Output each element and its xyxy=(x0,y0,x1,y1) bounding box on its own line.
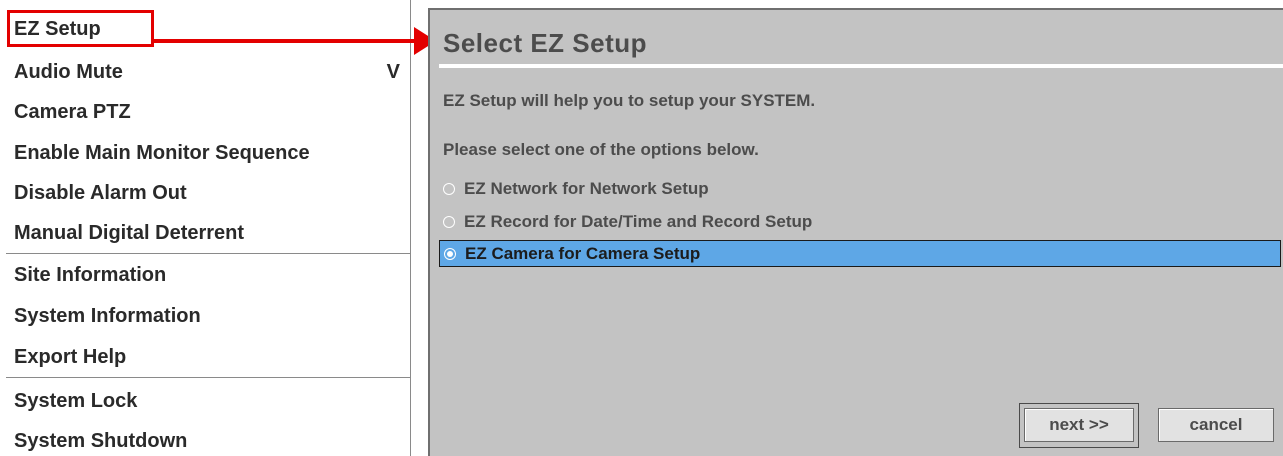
title-divider xyxy=(439,64,1283,68)
menu-separator xyxy=(6,253,410,254)
ez-setup-dialog: Select EZ Setup EZ Setup will help you t… xyxy=(428,8,1283,456)
menu-item-manual-digital-deterrent[interactable]: Manual Digital Deterrent xyxy=(14,222,244,245)
option-ez-record[interactable]: EZ Record for Date/Time and Record Setup xyxy=(439,208,1281,235)
radio-button-selected-icon[interactable] xyxy=(444,247,456,260)
menu-item-camera-ptz[interactable]: Camera PTZ xyxy=(14,101,131,124)
next-button[interactable]: next >> xyxy=(1024,408,1134,442)
menu-item-system-shutdown[interactable]: System Shutdown xyxy=(14,430,187,453)
option-label: EZ Camera for Camera Setup xyxy=(465,243,701,263)
option-ez-camera[interactable]: EZ Camera for Camera Setup xyxy=(439,240,1281,267)
menu-item-export-help[interactable]: Export Help xyxy=(14,346,126,369)
menu-item-enable-main-monitor-sequence[interactable]: Enable Main Monitor Sequence xyxy=(14,142,310,165)
menu-item-site-information[interactable]: Site Information xyxy=(14,264,166,287)
radio-button-icon[interactable] xyxy=(443,182,455,195)
option-ez-network[interactable]: EZ Network for Network Setup xyxy=(439,175,1281,202)
option-label: EZ Record for Date/Time and Record Setup xyxy=(464,211,813,231)
annotation-arrow-line xyxy=(154,39,419,43)
menu-item-system-information[interactable]: System Information xyxy=(14,305,201,328)
cancel-button[interactable]: cancel xyxy=(1158,408,1274,442)
instruction-text: Please select one of the options below. xyxy=(443,140,759,159)
intro-text: EZ Setup will help you to setup your SYS… xyxy=(443,91,816,110)
menu-item-system-lock[interactable]: System Lock xyxy=(14,390,137,413)
menu-item-audio-mute[interactable]: Audio Mute xyxy=(14,61,123,84)
option-label: EZ Network for Network Setup xyxy=(464,178,709,198)
dialog-title: Select EZ Setup xyxy=(443,28,647,58)
audio-mute-check-mark: V xyxy=(386,61,400,83)
highlight-box xyxy=(7,10,154,47)
radio-button-icon[interactable] xyxy=(443,215,455,228)
menu-item-disable-alarm-out[interactable]: Disable Alarm Out xyxy=(14,182,187,205)
context-menu: EZ Setup Audio Mute V Camera PTZ Enable … xyxy=(0,0,411,456)
menu-separator xyxy=(6,377,410,378)
